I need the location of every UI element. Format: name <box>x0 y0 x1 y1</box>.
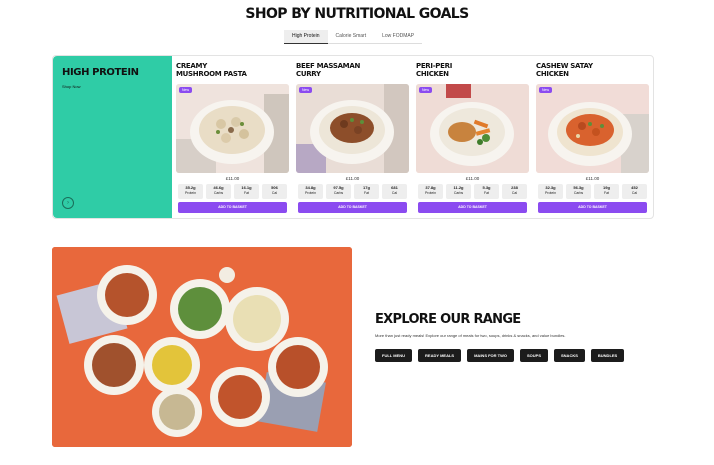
macro-protein: 37.8g Protein <box>418 184 443 199</box>
new-badge: New <box>179 87 193 93</box>
product-name[interactable]: BEEF MASSAMAN CURRY <box>296 62 409 78</box>
chip-soups[interactable]: SOUPS <box>519 349 548 362</box>
add-to-basket-button[interactable]: ADD TO BASKET <box>418 202 527 213</box>
tab-low-fodmap[interactable]: Low FODMAP <box>374 30 423 44</box>
product-card[interactable]: CREAMY MUSHROOM PASTA New £11.00 35.2g Pr… <box>176 56 289 218</box>
macro-stats: 35.2g Protein 46.6g Carbs 16.1g Fat 506 Cal <box>178 184 287 199</box>
product-image[interactable]: New <box>296 84 409 173</box>
hero-title: HIGH PROTEIN <box>62 67 139 78</box>
new-badge: New <box>419 87 433 93</box>
hero-panel[interactable]: HIGH PROTEIN Shop Now › <box>53 56 172 218</box>
chip-mains-for-two[interactable]: MAINS FOR TWO <box>467 349 514 362</box>
product-price: £11.00 <box>585 176 600 181</box>
chip-snacks[interactable]: SNACKS <box>554 349 585 362</box>
range-chips: FULL MENU READY MEALS MAINS FOR TWO SOUP… <box>375 349 655 362</box>
macro-calories: 681 Cal <box>382 184 407 199</box>
macro-calories: 452 Cal <box>622 184 647 199</box>
chip-ready-meals[interactable]: READY MEALS <box>418 349 462 362</box>
add-to-basket-button[interactable]: ADD TO BASKET <box>298 202 407 213</box>
macro-fat: 5.3g Fat <box>474 184 499 199</box>
macro-protein: 34.8g Protein <box>298 184 323 199</box>
beef-curry-photo <box>296 84 409 173</box>
product-price: £11.00 <box>465 176 480 181</box>
product-card[interactable]: CASHEW SATAY CHICKEN New £11.00 32.3g Pro… <box>536 56 649 218</box>
macro-carbs: 97.5g Carbs <box>326 184 351 199</box>
macro-carbs: 11.2g Carbs <box>446 184 471 199</box>
add-to-basket-button[interactable]: ADD TO BASKET <box>178 202 287 213</box>
macro-fat: 17g Fat <box>354 184 379 199</box>
product-card[interactable]: PERI-PERI CHICKEN New £11.00 37.8g Protei… <box>416 56 529 218</box>
goal-tabs: High Protein Calorie Smart Low FODMAP <box>284 30 423 44</box>
section-title: SHOP BY NUTRITIONAL GOALS <box>245 6 469 22</box>
macro-protein: 32.3g Protein <box>538 184 563 199</box>
product-card[interactable]: BEEF MASSAMAN CURRY New £11.00 34.8g Prot… <box>296 56 409 218</box>
new-badge: New <box>539 87 553 93</box>
macro-carbs: 46.6g Carbs <box>206 184 231 199</box>
chip-full-menu[interactable]: FULL MENU <box>375 349 413 362</box>
product-name[interactable]: CASHEW SATAY CHICKEN <box>536 62 649 78</box>
chevron-right-icon[interactable]: › <box>62 197 74 209</box>
macro-stats: 34.8g Protein 97.5g Carbs 17g Fat 681 Cal <box>298 184 407 199</box>
macro-calories: 506 Cal <box>262 184 287 199</box>
product-carousel: HIGH PROTEIN Shop Now › CREAMY MUSHROOM … <box>52 55 654 219</box>
shop-now-link[interactable]: Shop Now <box>62 84 80 89</box>
cashew-satay-photo <box>536 84 649 173</box>
explore-title: EXPLORE OUR RANGE <box>375 312 521 327</box>
macro-fat: 19g Fat <box>594 184 619 199</box>
creamy-pasta-photo <box>176 84 289 173</box>
meals-spread-photo <box>52 247 352 447</box>
macro-stats: 37.8g Protein 11.2g Carbs 5.3g Fat 238 Cal <box>418 184 527 199</box>
product-name[interactable]: CREAMY MUSHROOM PASTA <box>176 62 289 78</box>
product-image[interactable]: New <box>176 84 289 173</box>
product-price: £11.00 <box>345 176 360 181</box>
tab-high-protein[interactable]: High Protein <box>284 30 328 44</box>
explore-description: More than just ready meals! Explore our … <box>375 333 566 338</box>
add-to-basket-button[interactable]: ADD TO BASKET <box>538 202 647 213</box>
product-price: £11.00 <box>225 176 240 181</box>
macro-calories: 238 Cal <box>502 184 527 199</box>
new-badge: New <box>299 87 313 93</box>
tab-calorie-smart[interactable]: Calorie Smart <box>327 30 375 44</box>
product-image[interactable]: New <box>416 84 529 173</box>
macro-stats: 32.3g Protein 56.3g Carbs 19g Fat 452 Cal <box>538 184 647 199</box>
macro-protein: 35.2g Protein <box>178 184 203 199</box>
range-image <box>52 247 352 447</box>
chip-bundles[interactable]: BUNDLES <box>590 349 625 362</box>
macro-fat: 16.1g Fat <box>234 184 259 199</box>
peri-peri-chicken-photo <box>416 84 529 173</box>
product-image[interactable]: New <box>536 84 649 173</box>
macro-carbs: 56.3g Carbs <box>566 184 591 199</box>
product-name[interactable]: PERI-PERI CHICKEN <box>416 62 529 78</box>
